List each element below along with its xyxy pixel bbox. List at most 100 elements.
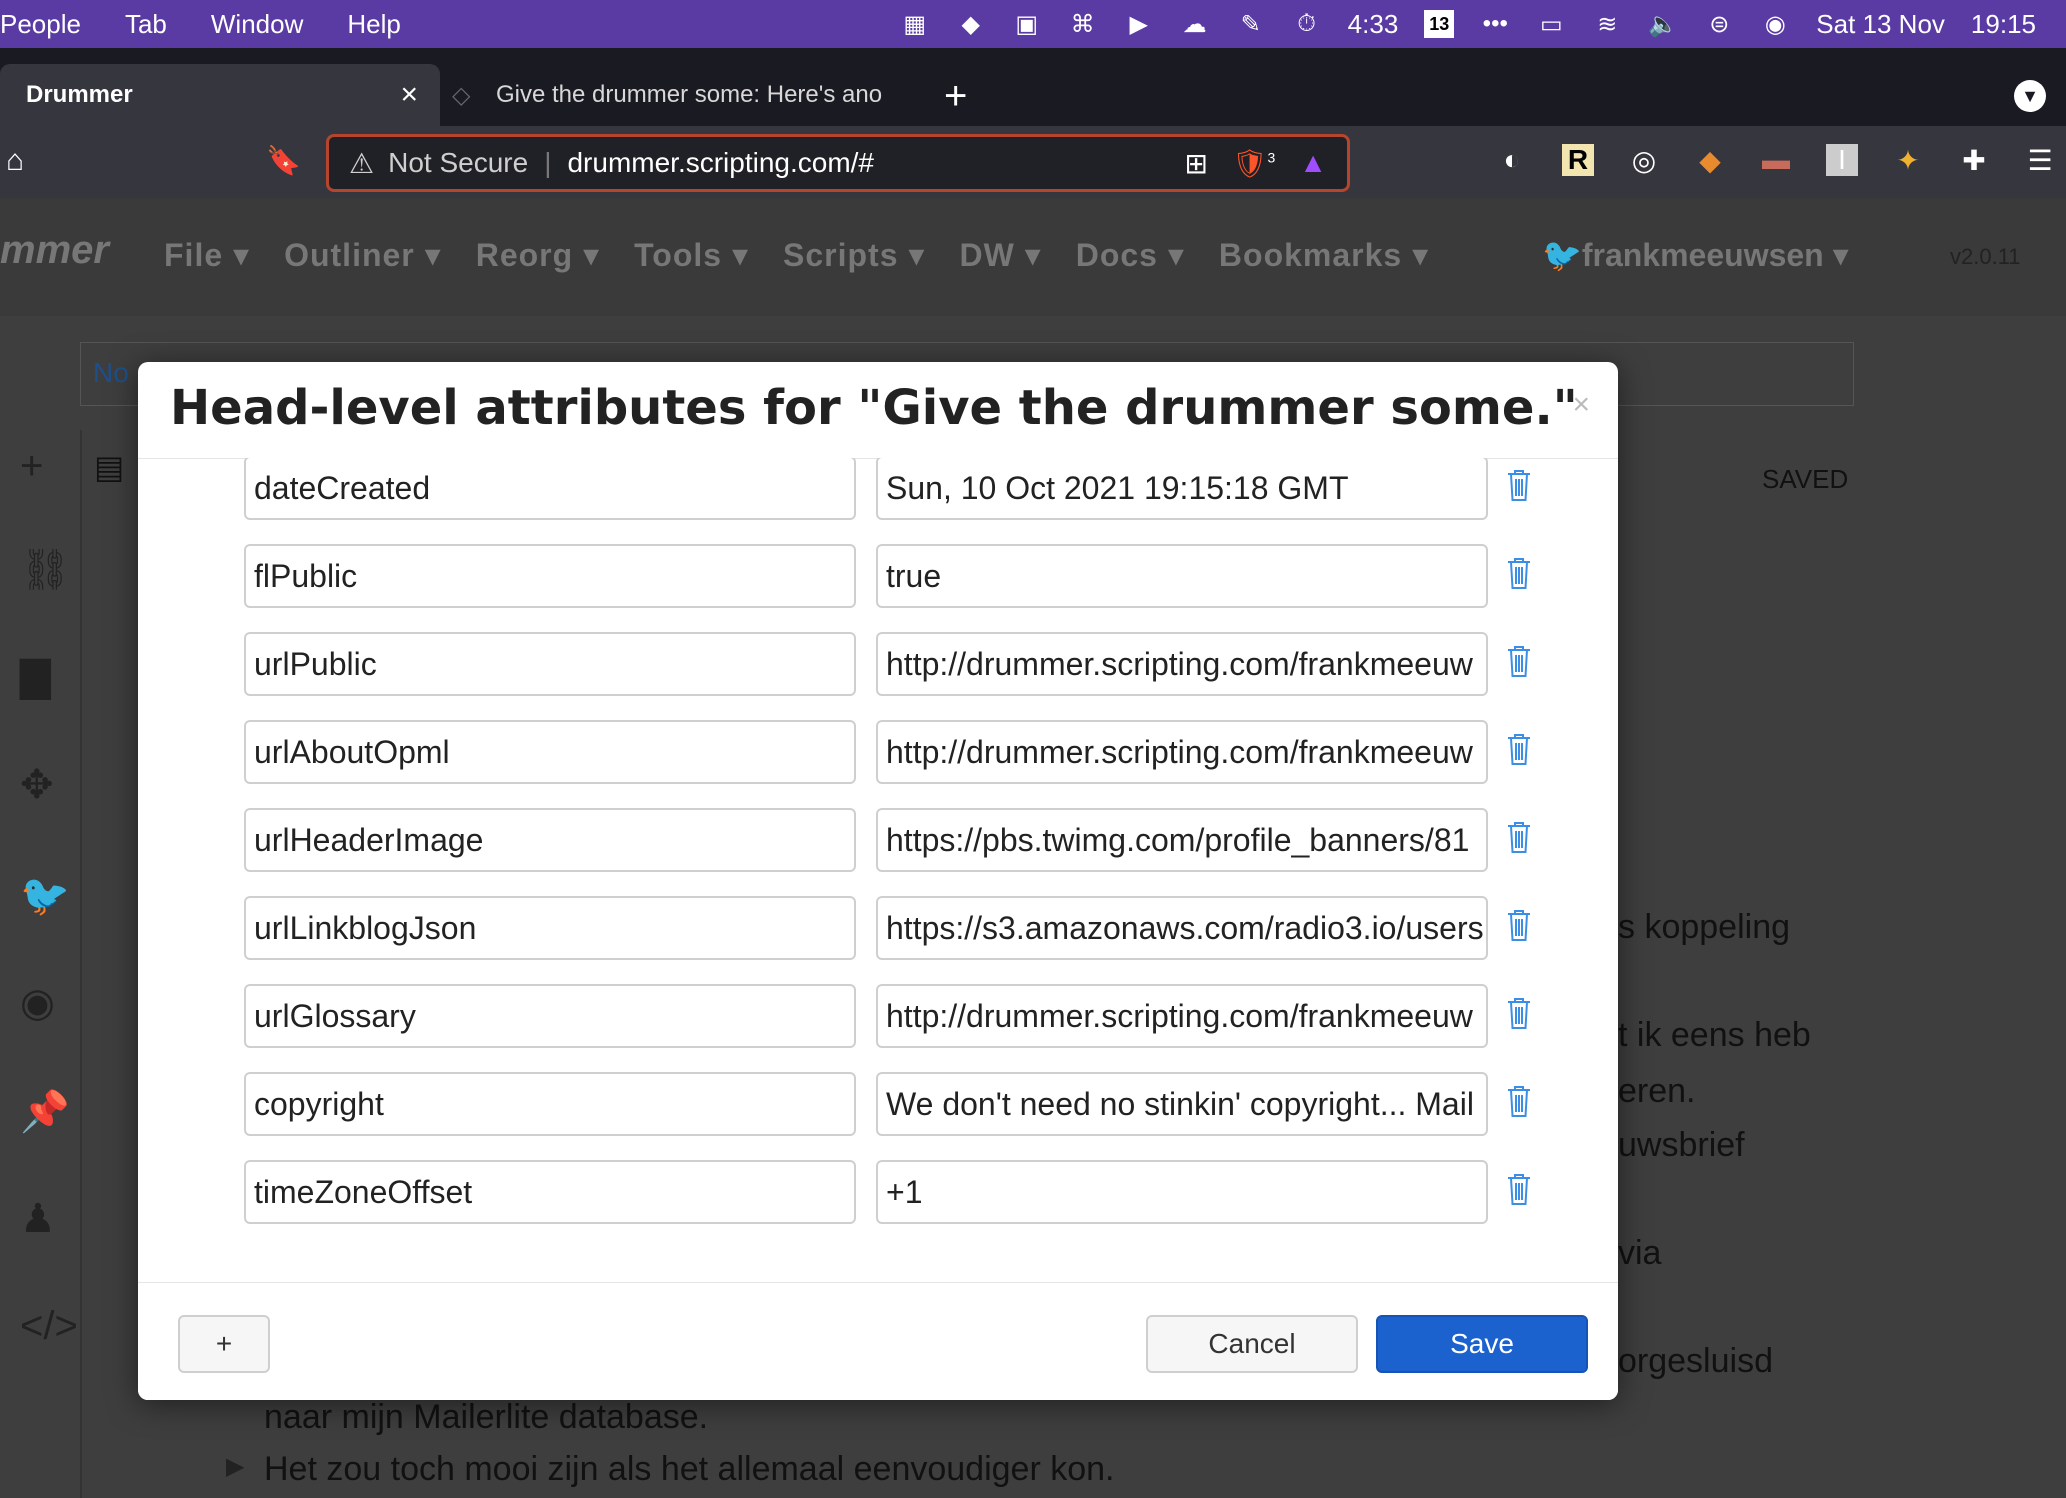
tab-search-icon[interactable]: ▼ [2014,80,2046,112]
command-icon[interactable]: ⌘ [1068,10,1098,38]
1password-icon[interactable]: ◐ [1496,144,1528,176]
brave-shield-icon[interactable]: 🛡3 [1232,147,1275,180]
home-icon[interactable]: ⌂ [6,144,24,178]
attribute-value-input[interactable] [876,896,1488,960]
close-icon[interactable]: × [1572,388,1590,422]
trash-icon[interactable] [1506,1084,1532,1118]
briefcase-icon[interactable]: ▇ [20,654,51,700]
user-menu[interactable]: 🐦frankmeeuwsen ▾ [1542,236,1849,274]
menu-tab[interactable]: Tab [125,9,167,40]
tab-give-the-drummer[interactable]: ◇ Give the drummer some: Here's ano [452,64,918,126]
trash-icon[interactable] [1506,820,1532,854]
twitter-icon: 🐦 [1542,237,1582,273]
attribute-value-input[interactable] [876,984,1488,1048]
app-menu-tools[interactable]: Tools ▾ [634,236,749,274]
attribute-name-input[interactable] [244,808,856,872]
qr-code-icon[interactable]: ⊞ [1184,147,1207,180]
attribute-name-input[interactable] [244,896,856,960]
url-text[interactable]: drummer.scripting.com/# [567,147,874,179]
address-bar[interactable]: ⚠ Not Secure | drummer.scripting.com/# ⊞… [326,134,1350,192]
app-menu-dw[interactable]: DW ▾ [959,236,1041,274]
pin-icon[interactable]: 📌 [20,1088,70,1135]
warning-icon: ⚠ [349,147,375,179]
chart-app-icon[interactable]: ▣ [1012,10,1042,38]
attribute-value-input[interactable] [876,1072,1488,1136]
new-tab-icon[interactable]: + [944,74,967,119]
menubar-date[interactable]: Sat 13 Nov [1816,9,1945,40]
trash-icon[interactable] [1506,732,1532,766]
tab-drummer[interactable]: Drummer × [0,64,440,126]
r-extension-icon[interactable]: R [1562,144,1594,176]
metamask-icon[interactable]: ◆ [1694,144,1726,176]
attribute-value-input[interactable] [876,458,1488,520]
attribute-name-input[interactable] [244,1072,856,1136]
pen-icon[interactable]: ✎ [1236,10,1266,38]
security-label[interactable]: Not Secure [388,147,528,179]
plus-icon[interactable]: + [20,444,43,489]
tab-extension-icon[interactable]: ▬ [1760,144,1792,176]
trash-icon[interactable] [1506,468,1532,502]
app-navbar: mmer File ▾ Outliner ▾ Reorg ▾ Tools ▾ S… [0,198,2066,316]
owl-extension-icon[interactable]: ◎ [1628,144,1660,176]
app-menu-file[interactable]: File ▾ [164,236,250,274]
menu-people[interactable]: People [0,9,81,40]
twitter-icon[interactable]: 🐦 [20,872,70,919]
attribute-name-input[interactable] [244,632,856,696]
browser-menu-icon[interactable]: ☰ [2024,144,2056,176]
attribute-value-input[interactable] [876,632,1488,696]
attribute-list[interactable] [138,458,1618,1320]
menubar-time[interactable]: 19:15 [1971,9,2036,40]
app-menu-outliner[interactable]: Outliner ▾ [284,236,442,274]
expand-arrow-icon[interactable]: ▶ [226,1452,244,1481]
menu-window[interactable]: Window [211,9,303,40]
add-attribute-button[interactable]: + [178,1315,270,1373]
eye-icon[interactable]: ◉ [20,980,55,1026]
i-extension-icon[interactable]: I [1826,144,1858,176]
trash-icon[interactable] [1506,908,1532,942]
attribute-value-input[interactable] [876,544,1488,608]
menu-help[interactable]: Help [347,9,400,40]
app-menu-docs[interactable]: Docs ▾ [1076,236,1185,274]
chess-icon[interactable]: ♟ [20,1196,56,1242]
move-icon[interactable]: ✥ [20,762,54,808]
app-menu-scripts[interactable]: Scripts ▾ [783,236,925,274]
bookmark-icon[interactable]: 🔖 [266,144,301,177]
attribute-value-input[interactable] [876,720,1488,784]
attribute-value-input[interactable] [876,1160,1488,1224]
volume-icon[interactable]: 🔈 [1648,10,1678,38]
cancel-button[interactable]: Cancel [1146,1315,1358,1373]
siri-icon[interactable]: ◉ [1760,10,1790,38]
wifi-icon[interactable]: ≋ [1592,10,1622,38]
link-icon[interactable]: ⛓ [20,546,71,593]
battery-icon[interactable]: ▭ [1536,10,1566,38]
cloud-icon[interactable]: ☁ [1180,10,1210,38]
more-icon[interactable]: ••• [1480,10,1510,38]
control-center-icon[interactable]: ⊜ [1704,10,1734,38]
tag-extension-icon[interactable]: ✦ [1892,144,1924,176]
notification-app-icon[interactable]: ◆ [956,10,986,38]
app-menu-reorg[interactable]: Reorg ▾ [476,236,600,274]
save-button[interactable]: Save [1376,1315,1588,1373]
grid-app-icon[interactable]: ▦ [900,10,930,38]
trash-icon[interactable] [1506,644,1532,678]
attribute-name-input[interactable] [244,984,856,1048]
menu-label: DW [959,237,1015,273]
code-icon[interactable]: </> [20,1304,78,1349]
attribute-value-input[interactable] [876,808,1488,872]
attribute-name-input[interactable] [244,720,856,784]
attribute-name-input[interactable] [244,458,856,520]
trash-icon[interactable] [1506,556,1532,590]
timer-icon[interactable]: ⏱ [1292,10,1322,38]
play-icon[interactable]: ▶ [1124,10,1154,38]
trash-icon[interactable] [1506,996,1532,1030]
calendar-icon[interactable]: 13 [1424,10,1455,38]
app-menu-bookmarks[interactable]: Bookmarks ▾ [1219,236,1429,274]
document-icon[interactable]: ▤ [94,448,124,486]
trash-icon[interactable] [1506,1172,1532,1206]
attribute-name-input[interactable] [244,544,856,608]
app-brand[interactable]: mmer [0,228,109,273]
brave-rewards-icon[interactable]: ▲ [1299,147,1327,179]
close-tab-icon[interactable]: × [400,78,418,112]
attribute-name-input[interactable] [244,1160,856,1224]
puzzle-icon[interactable]: ✚ [1958,144,1990,176]
